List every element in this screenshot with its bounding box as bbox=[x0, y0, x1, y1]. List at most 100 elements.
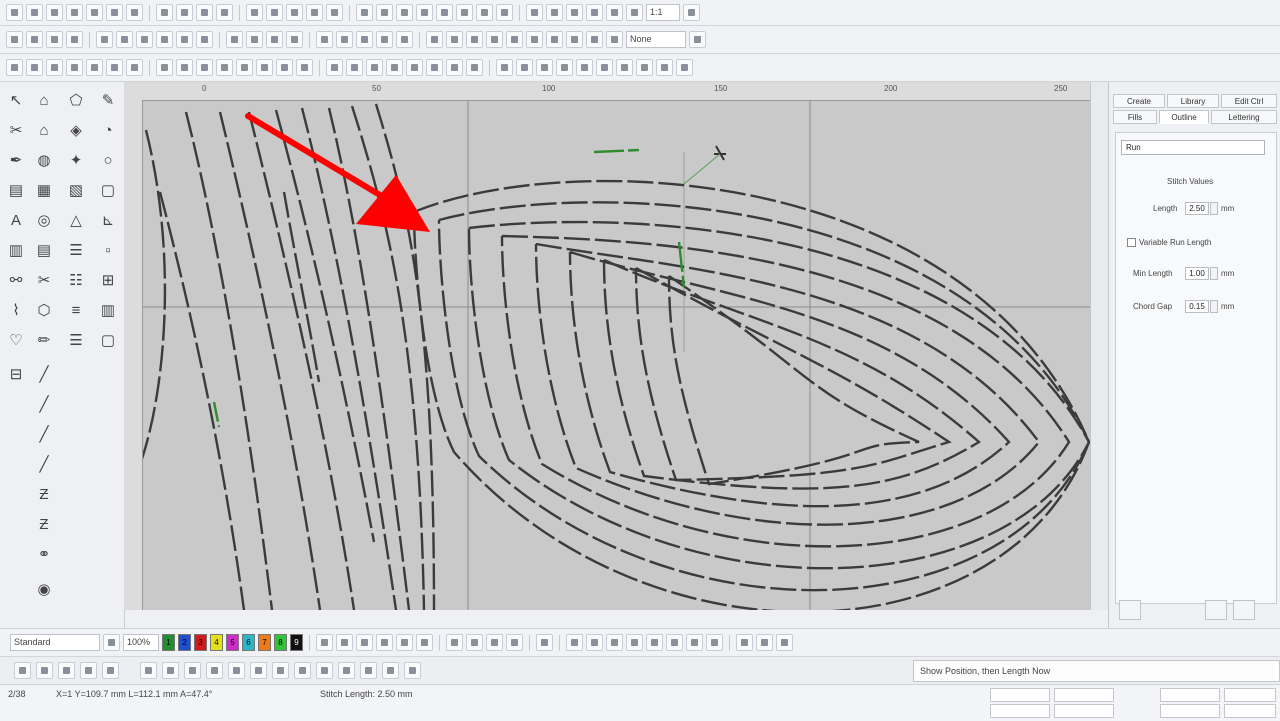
help-icon[interactable] bbox=[683, 4, 700, 21]
palette-4-icon[interactable] bbox=[376, 634, 393, 651]
zoom-fit-icon[interactable] bbox=[626, 4, 643, 21]
color-swatch[interactable]: 8 bbox=[274, 634, 287, 651]
sequence-13-icon[interactable] bbox=[294, 662, 311, 679]
trim-icon[interactable] bbox=[346, 59, 363, 76]
bitmap-tool-icon[interactable]: ▤ bbox=[4, 178, 28, 202]
minus-icon[interactable] bbox=[466, 634, 483, 651]
layer-dropdown-icon[interactable] bbox=[689, 31, 706, 48]
zoom-in-icon[interactable] bbox=[196, 4, 213, 21]
stitch-type-3-icon[interactable] bbox=[46, 59, 63, 76]
slow-redraw-icon[interactable] bbox=[436, 4, 453, 21]
effects-7-icon[interactable] bbox=[276, 59, 293, 76]
menu-tool-icon[interactable]: ≡ bbox=[64, 298, 88, 322]
dark-2-icon[interactable] bbox=[756, 634, 773, 651]
min-length-input[interactable]: 1.00 bbox=[1185, 267, 1209, 280]
mirror-icon[interactable] bbox=[156, 31, 173, 48]
sequence-4-icon[interactable] bbox=[80, 662, 97, 679]
view-3-icon[interactable] bbox=[536, 59, 553, 76]
print-icon[interactable] bbox=[66, 4, 83, 21]
sequence-10-icon[interactable] bbox=[228, 662, 245, 679]
view-7-icon[interactable] bbox=[616, 59, 633, 76]
stitch-style-select[interactable]: Run bbox=[1121, 140, 1265, 155]
line4-tool-icon[interactable]: ╱ bbox=[32, 452, 56, 476]
node-tool-icon[interactable]: ⌇ bbox=[4, 298, 28, 322]
freehand-tool-icon[interactable]: ✎ bbox=[96, 88, 120, 112]
chord-gap-spinner[interactable] bbox=[1210, 300, 1218, 313]
outline-tool-icon[interactable]: ⌂ bbox=[32, 118, 56, 142]
save-icon[interactable] bbox=[46, 4, 63, 21]
zigzag2-tool-icon[interactable]: Ƶ bbox=[32, 512, 56, 536]
tab-edit-ctrl[interactable]: Edit Ctrl bbox=[1221, 94, 1277, 108]
view-4-icon[interactable] bbox=[556, 59, 573, 76]
auto-start-icon[interactable] bbox=[326, 59, 343, 76]
scale-icon[interactable] bbox=[196, 31, 213, 48]
ellipse-tool-icon[interactable]: ○ bbox=[96, 148, 120, 172]
globe2-tool-icon[interactable]: ◎ bbox=[32, 208, 56, 232]
forward-icon[interactable] bbox=[266, 31, 283, 48]
empty-tool-icon[interactable]: ▢ bbox=[96, 328, 120, 352]
view-9-icon[interactable] bbox=[656, 59, 673, 76]
knife-tool-icon[interactable]: ✂ bbox=[4, 118, 28, 142]
align-8-icon[interactable] bbox=[706, 634, 723, 651]
thread-chart-icon[interactable] bbox=[506, 634, 523, 651]
view-1-icon[interactable] bbox=[496, 59, 513, 76]
sequence-2-icon[interactable] bbox=[36, 662, 53, 679]
dark-1-icon[interactable] bbox=[736, 634, 753, 651]
density-icon[interactable] bbox=[446, 59, 463, 76]
view-10-icon[interactable] bbox=[676, 59, 693, 76]
sequence-15-icon[interactable] bbox=[338, 662, 355, 679]
panel-options-icon[interactable] bbox=[1233, 600, 1255, 620]
sequence-14-icon[interactable] bbox=[316, 662, 333, 679]
show-grid-icon[interactable] bbox=[566, 4, 583, 21]
tab-library[interactable]: Library bbox=[1167, 94, 1219, 108]
line-tool-icon[interactable]: ╱ bbox=[32, 362, 56, 386]
undo-icon[interactable] bbox=[156, 4, 173, 21]
brush-icon[interactable] bbox=[606, 31, 623, 48]
select-icon[interactable] bbox=[356, 4, 373, 21]
image-tool-icon[interactable]: ▦ bbox=[32, 178, 56, 202]
align-right-icon[interactable] bbox=[46, 31, 63, 48]
zoom-box-icon[interactable] bbox=[586, 4, 603, 21]
fancy-fill-icon[interactable] bbox=[566, 31, 583, 48]
stitch-type-1-icon[interactable] bbox=[6, 59, 23, 76]
snap-tool-icon[interactable]: ⊞ bbox=[96, 268, 120, 292]
ungroup-icon[interactable] bbox=[116, 31, 133, 48]
pull-comp-icon[interactable] bbox=[426, 59, 443, 76]
color-swatch[interactable]: 6 bbox=[242, 634, 255, 651]
style-combo[interactable]: Standard bbox=[10, 634, 100, 651]
palette-5-icon[interactable] bbox=[396, 634, 413, 651]
outline-icon[interactable] bbox=[336, 31, 353, 48]
measure-icon[interactable] bbox=[306, 4, 323, 21]
wand-tool-icon[interactable]: ✦ bbox=[64, 148, 88, 172]
palette-3-icon[interactable] bbox=[356, 634, 373, 651]
layers-tool-icon[interactable]: ⊟ bbox=[4, 362, 28, 386]
chord-gap-input[interactable]: 0.15 bbox=[1185, 300, 1209, 313]
fill-tool-icon[interactable]: ◈ bbox=[64, 118, 88, 142]
chain-tool-icon[interactable]: ⚭ bbox=[32, 542, 56, 566]
sequence-12-icon[interactable] bbox=[272, 662, 289, 679]
tab-create[interactable]: Create bbox=[1113, 94, 1165, 108]
reshape-tool-icon[interactable]: ⌂ bbox=[32, 88, 56, 112]
palette-1-icon[interactable] bbox=[316, 634, 333, 651]
sequence-6-icon[interactable] bbox=[140, 662, 157, 679]
pan-icon[interactable] bbox=[606, 4, 623, 21]
sequence-9-icon[interactable] bbox=[206, 662, 223, 679]
pattern-icon[interactable] bbox=[526, 31, 543, 48]
color-swatch[interactable]: 7 bbox=[258, 634, 271, 651]
team-names-icon[interactable] bbox=[466, 31, 483, 48]
fill-icon[interactable] bbox=[316, 31, 333, 48]
zoom-combo[interactable]: 1:1 bbox=[646, 4, 680, 21]
redo-icon[interactable] bbox=[176, 4, 193, 21]
lock-icon[interactable] bbox=[136, 31, 153, 48]
tab-outline[interactable]: Outline bbox=[1159, 110, 1209, 124]
link-tool-icon[interactable]: ⚯ bbox=[4, 268, 28, 292]
color-swatch[interactable]: 4 bbox=[210, 634, 223, 651]
pencil-tool-icon[interactable]: ✏ bbox=[32, 328, 56, 352]
stitch-type-4-icon[interactable] bbox=[66, 59, 83, 76]
effects-6-icon[interactable] bbox=[256, 59, 273, 76]
effects-5-icon[interactable] bbox=[236, 59, 253, 76]
ruler-tool-icon[interactable]: ⊾ bbox=[96, 208, 120, 232]
grid-tool-icon[interactable]: ▥ bbox=[4, 238, 28, 262]
sequence-16-icon[interactable] bbox=[360, 662, 377, 679]
select-tool-icon[interactable]: ↖ bbox=[4, 88, 28, 112]
